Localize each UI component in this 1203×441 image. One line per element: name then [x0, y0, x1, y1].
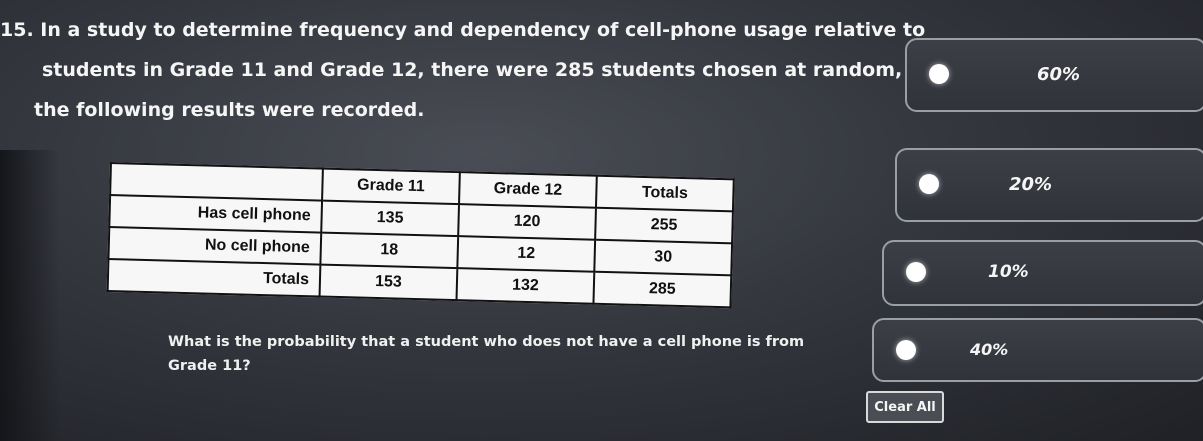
answer-option-4[interactable]: 40%	[872, 318, 1203, 382]
row-label: Totals	[107, 258, 321, 297]
clear-all-button[interactable]: Clear All	[866, 391, 944, 423]
radio-button-icon[interactable]	[906, 262, 926, 282]
radio-button-icon[interactable]	[929, 64, 949, 84]
option-label: 60%	[1037, 64, 1081, 85]
screen-bezel	[0, 150, 60, 441]
table-cell: 135	[321, 200, 460, 237]
answer-option-1[interactable]: 60%	[905, 38, 1203, 112]
table-cell: 30	[594, 239, 733, 276]
table-cell: 153	[319, 264, 458, 301]
table-cell: 132	[456, 268, 595, 304]
answer-option-2[interactable]: 20%	[895, 148, 1203, 222]
question-text: 15. In a study to determine frequency an…	[0, 10, 949, 130]
sub-question-text: What is the probability that a student w…	[168, 334, 805, 374]
option-label: 40%	[970, 340, 1009, 359]
table-cell: 120	[458, 204, 596, 240]
question-line-3: the following results were recorded.	[34, 99, 425, 121]
option-label: 10%	[988, 262, 1029, 282]
table-header-cell: Grade 12	[459, 172, 597, 208]
table-cell: 18	[320, 232, 459, 269]
question-line-1: 15. In a study to determine frequency an…	[0, 19, 926, 41]
table-cell: 255	[595, 207, 733, 244]
table-header-cell: Grade 11	[322, 168, 460, 205]
answer-option-3[interactable]: 10%	[882, 240, 1203, 306]
frequency-table: Grade 11 Grade 12 Totals Has cell phone …	[106, 162, 735, 309]
table-cell: 285	[593, 271, 732, 308]
radio-button-icon[interactable]	[896, 340, 916, 360]
option-label: 20%	[1009, 174, 1053, 195]
question-line-2: students in Grade 11 and Grade 12, there…	[42, 59, 949, 81]
table-header-cell: Totals	[595, 175, 734, 212]
table-cell: 12	[457, 236, 596, 272]
radio-button-icon[interactable]	[919, 174, 939, 194]
